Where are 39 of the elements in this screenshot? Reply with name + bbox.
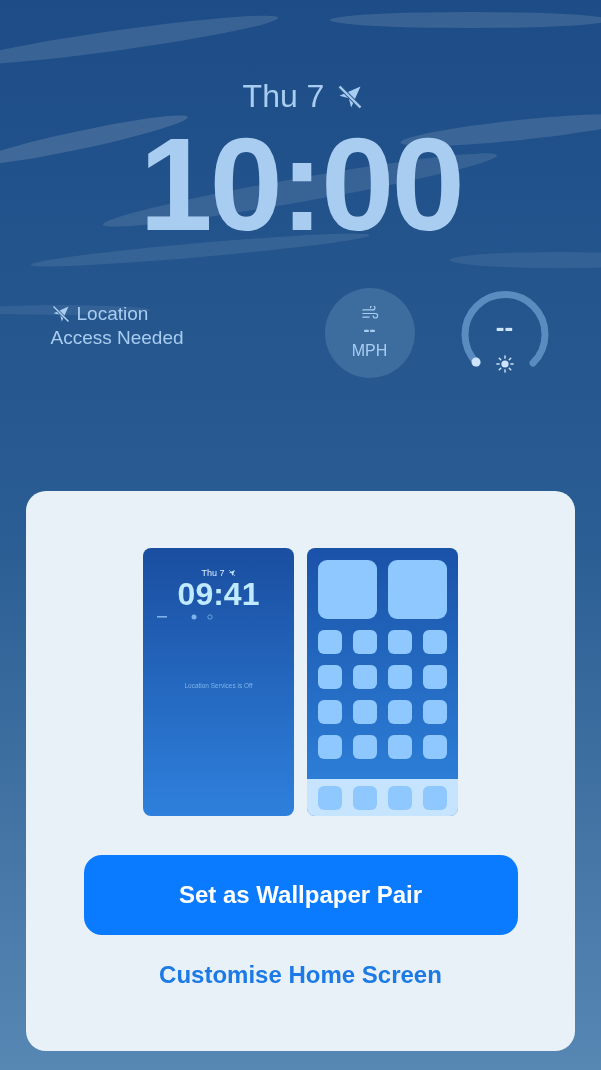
app-icon-placeholder <box>353 785 377 810</box>
widget-placeholder <box>388 560 447 619</box>
app-icon-placeholder <box>353 735 377 759</box>
app-icon-placeholder <box>318 700 342 724</box>
app-icon-placeholder <box>353 665 377 689</box>
widget-icon <box>191 614 197 620</box>
app-icon-placeholder <box>388 630 412 654</box>
app-icon-placeholder <box>423 735 447 759</box>
app-icon-placeholder <box>318 735 342 759</box>
app-icon-placeholder <box>388 700 412 724</box>
widget-label: Access Needed <box>50 327 184 349</box>
wind-icon <box>360 306 379 321</box>
app-icon-placeholder <box>423 630 447 654</box>
app-icon-placeholder <box>353 630 377 654</box>
app-icon-placeholder <box>423 665 447 689</box>
preview-date: Thu 7 <box>201 568 225 578</box>
date: Thu 7 <box>242 78 325 115</box>
widget-label: Location <box>76 303 149 325</box>
app-icon-placeholder <box>318 630 342 654</box>
app-icon-placeholder <box>388 735 412 759</box>
clock-time: 10:00 <box>139 119 462 251</box>
app-icon-placeholder <box>388 665 412 689</box>
app-icon-placeholder <box>423 700 447 724</box>
widget-placeholder <box>318 560 377 619</box>
home-screen-preview[interactable] <box>307 548 458 816</box>
gauge-value: -- <box>495 311 514 343</box>
app-icon-placeholder <box>318 665 342 689</box>
widget-icon <box>157 615 167 619</box>
customise-link[interactable]: Customise Home Screen <box>155 957 446 993</box>
app-icon-placeholder <box>318 785 342 810</box>
location-off-icon <box>50 304 71 324</box>
widget-icon <box>207 614 213 620</box>
app-icon-placeholder <box>353 700 377 724</box>
app-icon-placeholder <box>423 785 447 810</box>
location-off-icon <box>227 569 236 577</box>
preview-time: 09:41 <box>177 578 260 610</box>
app-icon-placeholder <box>388 785 412 810</box>
set-wallpaper-button[interactable]: Set as Wallpaper Pair <box>83 855 518 935</box>
sun-icon <box>495 355 514 373</box>
